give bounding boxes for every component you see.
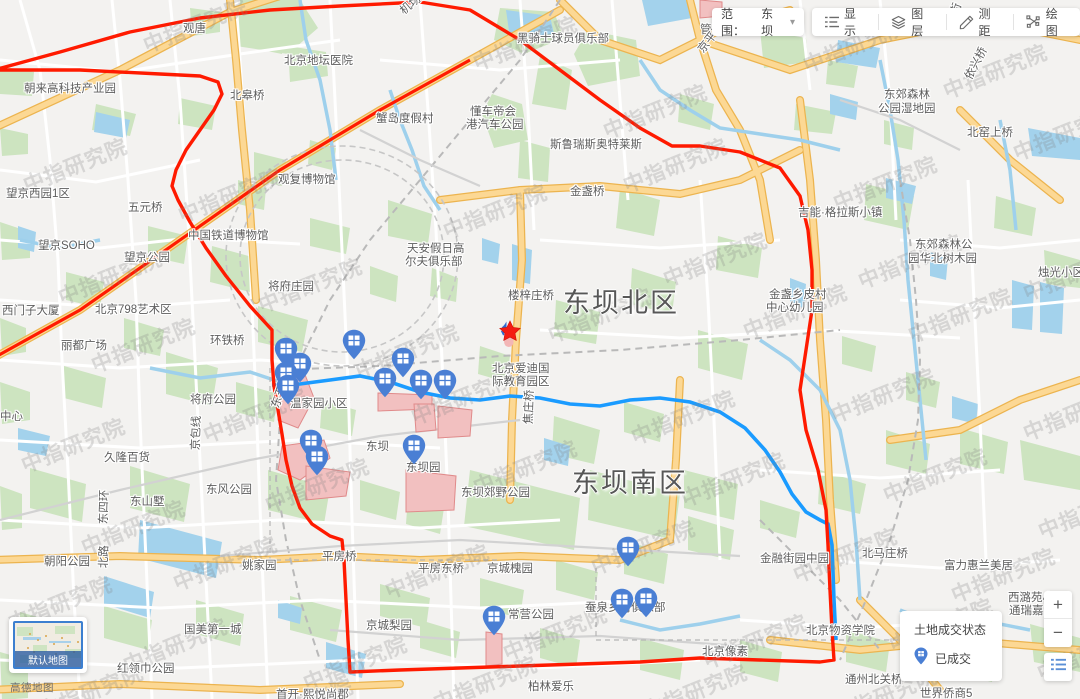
measure-button-label: 测距 bbox=[978, 7, 991, 38]
amap-credit: 高德地图 bbox=[10, 682, 54, 694]
scope-prefix-label: 范围： bbox=[721, 7, 746, 38]
land-parcel-pin[interactable] bbox=[610, 588, 634, 619]
chevron-down-icon[interactable]: ▾ bbox=[790, 17, 795, 28]
land-parcel-pin[interactable] bbox=[342, 329, 366, 360]
basemap-label: 默认地图 bbox=[15, 651, 81, 667]
map-pin-icon bbox=[914, 647, 928, 670]
layers-icon bbox=[891, 15, 906, 30]
tool-button-group[interactable]: 显示 图层 测距 绘图 bbox=[812, 7, 1080, 38]
land-parcel-pin[interactable] bbox=[616, 536, 640, 567]
list-display-icon bbox=[825, 15, 839, 29]
land-parcel-pin[interactable] bbox=[482, 605, 506, 636]
land-parcel-pin[interactable] bbox=[409, 369, 433, 400]
legend-title: 土地成交状态 bbox=[913, 623, 986, 637]
layers-button[interactable]: 图层 bbox=[878, 7, 945, 38]
map-application: 中指研究院 中指研究院 中指研究院 中指研究院 中指研究院 中指研究院 中指研究院 中指研究院… bbox=[0, 0, 1080, 699]
basemap-thumbnail[interactable]: 默认地图 bbox=[13, 621, 83, 669]
zoom-controls[interactable]: + − bbox=[1044, 591, 1072, 647]
land-parcel-pin[interactable] bbox=[433, 369, 457, 400]
display-button[interactable]: 显示 bbox=[812, 7, 878, 38]
ruler-icon bbox=[959, 15, 974, 30]
measure-button[interactable]: 测距 bbox=[945, 7, 1013, 38]
highlight-star-icon[interactable] bbox=[496, 319, 524, 347]
zoom-in-button[interactable]: + bbox=[1044, 591, 1072, 619]
layers-button-label: 图层 bbox=[911, 7, 924, 38]
scope-selector[interactable]: 范围： 东坝 ▾ bbox=[712, 7, 804, 38]
legend-panel: 土地成交状态 已成交 bbox=[899, 611, 1002, 681]
panel-toggle-button[interactable] bbox=[1044, 653, 1072, 681]
display-button-label: 显示 bbox=[844, 7, 857, 38]
draw-button-label: 绘图 bbox=[1045, 7, 1058, 38]
map-toolbar[interactable]: 范围： 东坝 ▾ 显示 图层 测距 绘图 bbox=[712, 7, 1080, 38]
legend-label-sold: 已成交 bbox=[934, 652, 971, 666]
marker-layer[interactable] bbox=[0, 0, 1080, 699]
zoom-out-button[interactable]: − bbox=[1044, 619, 1072, 647]
land-parcel-pin[interactable] bbox=[373, 367, 397, 398]
land-parcel-pin[interactable] bbox=[402, 434, 426, 465]
legend-row-sold[interactable]: 已成交 bbox=[914, 647, 986, 670]
list-panel-icon bbox=[1050, 657, 1066, 677]
land-parcel-pin[interactable] bbox=[276, 374, 300, 405]
land-parcel-pin[interactable] bbox=[634, 587, 658, 618]
scope-value-label: 东坝 bbox=[761, 7, 774, 38]
basemap-switcher[interactable]: 默认地图 bbox=[9, 617, 87, 673]
draw-polygon-icon bbox=[1026, 14, 1041, 30]
land-parcel-pin[interactable] bbox=[305, 445, 329, 476]
draw-button[interactable]: 绘图 bbox=[1012, 7, 1080, 38]
